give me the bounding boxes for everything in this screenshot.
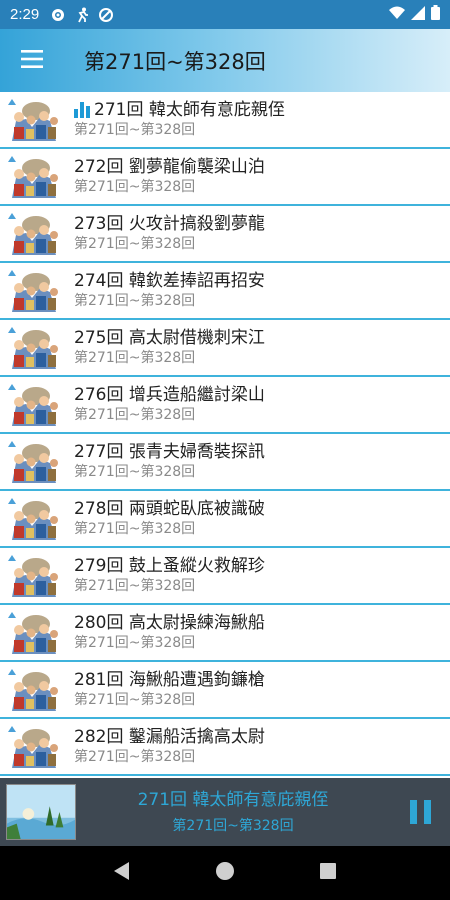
player-title: 271回 韓太師有意庇親侄	[137, 790, 329, 810]
episode-row[interactable]: 276回 增兵造船繼討梁山 第271回~第328回	[0, 377, 450, 434]
battery-icon	[431, 5, 440, 24]
player-artwork	[6, 784, 76, 840]
episode-row[interactable]: 277回 張青夫婦喬裝探訊 第271回~第328回	[0, 434, 450, 491]
episode-title-text: 280回 高太尉操練海鰍船	[74, 613, 265, 633]
recents-square-icon	[320, 863, 337, 883]
episode-subtitle: 第271回~第328回	[74, 293, 196, 309]
episode-title: 282回 鑿漏船活擒高太尉	[74, 726, 265, 748]
episode-subtitle: 第271回~第328回	[74, 179, 196, 195]
episode-row[interactable]: 274回 韓欽差捧詔再招安 第271回~第328回	[0, 263, 450, 320]
episode-row[interactable]: 275回 高太尉借機刺宋江 第271回~第328回	[0, 320, 450, 377]
episode-thumbnail	[6, 609, 62, 656]
home-button[interactable]	[210, 858, 240, 888]
episode-row[interactable]: 272回 劉夢龍偷襲梁山泊 第271回~第328回	[0, 149, 450, 206]
status-bar: 2:29	[0, 0, 450, 29]
episode-subtitle: 第271回~第328回	[74, 692, 196, 708]
episode-title: 275回 高太尉借機刺宋江	[74, 327, 265, 349]
episode-thumbnail	[6, 267, 62, 314]
episode-title-text: 277回 張青夫婦喬裝探訊	[74, 442, 265, 462]
episode-title: 279回 鼓上蚤縱火救解珍	[74, 555, 265, 577]
episode-subtitle: 第271回~第328回	[74, 464, 196, 480]
episode-subtitle: 第271回~第328回	[74, 407, 196, 423]
episode-subtitle: 第271回~第328回	[74, 236, 196, 252]
episode-row[interactable]: 273回 火攻計搞殺劉夢龍 第271回~第328回	[0, 206, 450, 263]
episode-subtitle: 第271回~第328回	[74, 749, 196, 765]
episode-title: 271回 韓太師有意庇親侄	[74, 99, 285, 121]
episode-title: 274回 韓欽差捧詔再招安	[74, 270, 265, 292]
episode-title-text: 281回 海鰍船遭遇鉤鐮槍	[74, 670, 265, 690]
episode-row[interactable]: 282回 鑿漏船活擒高太尉 第271回~第328回	[0, 719, 450, 776]
episode-title-text: 272回 劉夢龍偷襲梁山泊	[74, 157, 265, 177]
episode-title-text: 276回 增兵造船繼討梁山	[74, 385, 265, 405]
episode-title-text: 279回 鼓上蚤縱火救解珍	[74, 556, 265, 576]
pause-icon	[409, 800, 431, 824]
running-person-icon	[73, 6, 91, 24]
player-subtitle: 第271回~第328回	[172, 818, 294, 834]
episode-subtitle: 第271回~第328回	[74, 122, 196, 138]
episode-thumbnail	[6, 96, 62, 143]
episode-title: 276回 增兵造船繼討梁山	[74, 384, 265, 406]
episode-subtitle: 第271回~第328回	[74, 635, 196, 651]
episode-row[interactable]: 279回 鼓上蚤縱火救解珍 第271回~第328回	[0, 548, 450, 605]
episode-thumbnail	[6, 552, 62, 599]
signal-icon	[411, 5, 425, 24]
episode-subtitle: 第271回~第328回	[74, 578, 196, 594]
episode-subtitle: 第271回~第328回	[74, 521, 196, 537]
episode-title: 281回 海鰍船遭遇鉤鐮槍	[74, 669, 265, 691]
episode-title: 278回 兩頭蛇臥底被識破	[74, 498, 265, 520]
app-bar: 第271回~第328回	[0, 29, 450, 92]
episode-list: 271回 韓太師有意庇親侄 第271回~第328回 272回 劉夢龍偷襲梁山泊 …	[0, 92, 450, 778]
episode-thumbnail	[6, 495, 62, 542]
episode-title-text: 274回 韓欽差捧詔再招安	[74, 271, 265, 291]
episode-thumbnail	[6, 438, 62, 485]
episode-title-text: 273回 火攻計搞殺劉夢龍	[74, 214, 265, 234]
recents-button[interactable]	[313, 858, 343, 888]
navigation-bar	[0, 846, 450, 900]
episode-title: 280回 高太尉操練海鰍船	[74, 612, 265, 634]
episode-subtitle: 第271回~第328回	[74, 350, 196, 366]
episode-title: 272回 劉夢龍偷襲梁山泊	[74, 156, 265, 178]
episode-row[interactable]: 280回 高太尉操練海鰍船 第271回~第328回	[0, 605, 450, 662]
episode-thumbnail	[6, 666, 62, 713]
hamburger-icon	[21, 49, 43, 72]
episode-row[interactable]: 278回 兩頭蛇臥底被識破 第271回~第328回	[0, 491, 450, 548]
back-triangle-icon	[113, 862, 130, 884]
gear-icon	[49, 6, 67, 24]
menu-button[interactable]	[0, 29, 64, 92]
data-saver-icon	[97, 6, 115, 24]
episode-thumbnail	[6, 210, 62, 257]
episode-title-text: 275回 高太尉借機刺宋江	[74, 328, 265, 348]
page-title: 第271回~第328回	[84, 49, 266, 74]
episode-thumbnail	[6, 723, 62, 770]
episode-row[interactable]: 271回 韓太師有意庇親侄 第271回~第328回	[0, 92, 450, 149]
episode-thumbnail	[6, 153, 62, 200]
episode-thumbnail	[6, 381, 62, 428]
home-circle-icon	[215, 861, 235, 885]
episode-row[interactable]: 281回 海鰍船遭遇鉤鐮槍 第271回~第328回	[0, 662, 450, 719]
now-playing-icon	[74, 102, 90, 118]
episode-title-text: 271回 韓太師有意庇親侄	[94, 100, 285, 120]
episode-title: 277回 張青夫婦喬裝探訊	[74, 441, 265, 463]
episode-title-text: 282回 鑿漏船活擒高太尉	[74, 727, 265, 747]
status-right-icons	[389, 5, 440, 24]
status-time: 2:29	[10, 6, 40, 23]
episode-thumbnail	[6, 324, 62, 371]
wifi-icon	[389, 6, 405, 24]
episode-title-text: 278回 兩頭蛇臥底被識破	[74, 499, 265, 519]
mini-player[interactable]: 271回 韓太師有意庇親侄 第271回~第328回	[0, 778, 450, 846]
episode-title: 273回 火攻計搞殺劉夢龍	[74, 213, 265, 235]
back-button[interactable]	[107, 858, 137, 888]
pause-button[interactable]	[390, 782, 450, 842]
